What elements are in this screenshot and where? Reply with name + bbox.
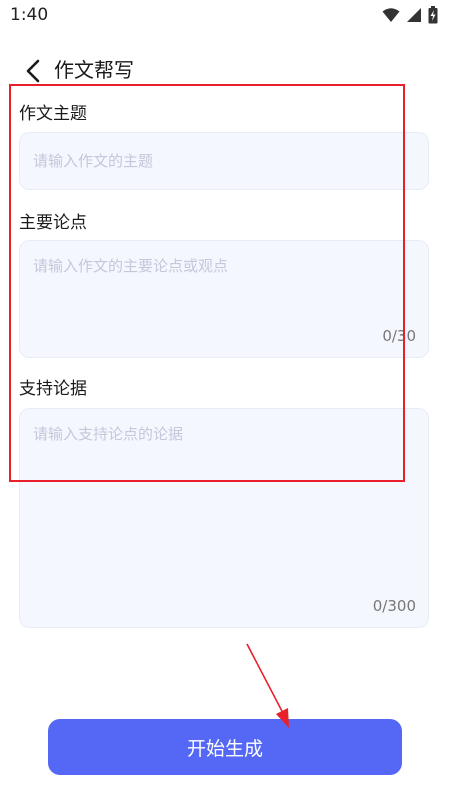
topic-field xyxy=(19,132,429,190)
back-button[interactable] xyxy=(18,56,48,86)
topic-label: 作文主题 xyxy=(19,104,87,124)
signal-icon xyxy=(407,8,421,22)
main-points-textarea[interactable] xyxy=(33,255,415,291)
wifi-icon xyxy=(382,8,400,22)
main-points-label: 主要论点 xyxy=(19,213,87,233)
chevron-left-icon xyxy=(26,59,40,83)
evidence-label: 支持论据 xyxy=(19,379,87,399)
screen: 1:40 作文帮写 作文主题 主要论点 xyxy=(0,0,450,800)
main-points-counter: 0/30 xyxy=(382,327,416,345)
battery-icon xyxy=(428,6,438,24)
evidence-field: 0/300 xyxy=(19,408,429,628)
header: 作文帮写 xyxy=(0,50,450,90)
page-title: 作文帮写 xyxy=(54,58,134,82)
topic-input[interactable] xyxy=(33,152,415,170)
evidence-counter: 0/300 xyxy=(372,597,416,615)
status-time: 1:40 xyxy=(10,5,49,25)
main-points-field: 0/30 xyxy=(19,240,429,358)
status-bar: 1:40 xyxy=(0,0,450,34)
evidence-textarea[interactable] xyxy=(33,423,415,495)
start-generate-button[interactable]: 开始生成 xyxy=(48,719,402,775)
status-icons xyxy=(382,6,438,24)
